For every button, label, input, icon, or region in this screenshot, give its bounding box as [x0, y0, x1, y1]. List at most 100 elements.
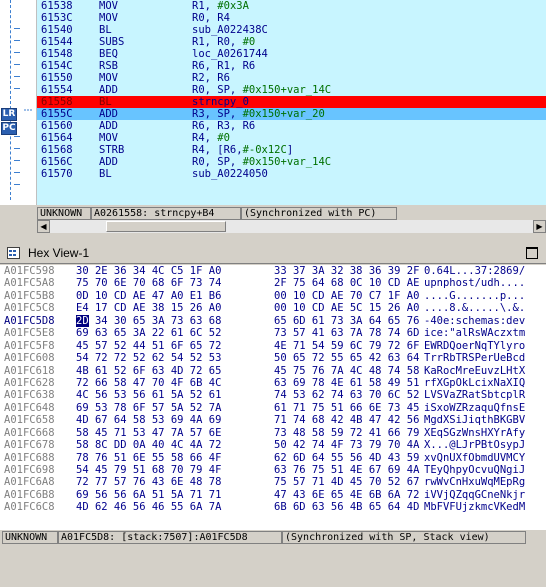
hex-ascii[interactable]: MbFVFUjzkmcVKedM: [424, 501, 525, 513]
hex-row[interactable]: A01FC688 78 76 51 6E 55 58 66 4F 62 6D 64 …: [0, 452, 546, 464]
hex-bytes-low[interactable]: 4C 56 53 56 61 5A 52 61: [76, 389, 221, 401]
hex-bytes-high[interactable]: 74 53 62 74 63 70 6C 52: [274, 389, 419, 401]
hex-row[interactable]: A01FC668 58 45 71 53 47 7A 57 6E 73 48 58 …: [0, 427, 546, 439]
hex-row[interactable]: A01FC6A8 72 77 57 76 43 6E 48 78 75 57 71 …: [0, 476, 546, 488]
hex-bytes-high[interactable]: 73 48 58 59 72 41 66 79: [274, 427, 419, 439]
hex-row[interactable]: A01FC648 69 53 78 6F 57 5A 52 7A 61 71 75 …: [0, 402, 546, 414]
hex-ascii[interactable]: MgdXSiJiqthBKGBV: [424, 414, 525, 426]
hex-ascii[interactable]: rfXGpOkLcixNaXIQ: [424, 377, 525, 389]
code-operands[interactable]: R2, R6: [192, 72, 230, 84]
hex-bytes-high[interactable]: 65 6D 61 73 3A 64 65 76: [274, 315, 419, 327]
hex-row[interactable]: A01FC628 72 66 58 47 70 4F 6B 4C 63 69 78 …: [0, 377, 546, 389]
hex-row[interactable]: A01FC6B8 69 56 56 6A 51 5A 71 71 47 43 6E …: [0, 489, 546, 501]
code-operands[interactable]: R1, R0, #0: [192, 36, 255, 48]
hex-bytes-high[interactable]: 61 71 75 51 66 6E 73 45: [274, 402, 419, 414]
hex-bytes-high[interactable]: 00 10 CD AE 70 C7 1F A0: [274, 290, 419, 302]
hex-bytes-low[interactable]: 78 76 51 6E 55 58 66 4F: [76, 452, 221, 464]
hex-bytes-high[interactable]: 4E 71 54 59 6C 79 72 6F: [274, 340, 419, 352]
hex-row[interactable]: A01FC618 4B 61 52 6F 63 4D 72 65 45 75 76 …: [0, 365, 546, 377]
code-line[interactable]: 61570 BL sub_A0224050: [37, 168, 546, 180]
hex-bytes-low[interactable]: 58 8C DD 0A 40 4C 4A 72: [76, 439, 221, 451]
hex-view-titlebar[interactable]: Hex View-1: [0, 243, 546, 264]
hex-ascii[interactable]: rwWvCnHxuWqMEpRg: [424, 476, 525, 488]
hex-ascii[interactable]: iSxoWZRzaquQfnsE: [424, 402, 525, 414]
hex-bytes-low[interactable]: 72 66 58 47 70 4F 6B 4C: [76, 377, 221, 389]
hex-ascii[interactable]: TEyQhpyOcvuQNgiJ: [424, 464, 525, 476]
hex-bytes-low[interactable]: 54 72 72 52 62 54 52 53: [76, 352, 221, 364]
hex-bytes-high[interactable]: 73 57 41 63 7A 78 74 6D: [274, 327, 419, 339]
hex-bytes-low[interactable]: 75 70 6E 70 68 6F 73 74: [76, 277, 221, 289]
code-line[interactable]: 61544 SUBS R1, R0, #0: [37, 36, 546, 48]
hex-ascii[interactable]: xvQnUXfObmdUVMCY: [424, 452, 525, 464]
hex-bytes-high[interactable]: 63 69 78 4E 61 58 49 51: [274, 377, 419, 389]
code-operands[interactable]: sub_A0224050: [192, 168, 268, 180]
code-operands[interactable]: strncpy_0: [192, 96, 249, 108]
hex-bytes-low[interactable]: E4 17 CD AE 38 15 26 A0: [76, 302, 221, 314]
hex-bytes-high[interactable]: 75 57 71 4D 45 70 52 67: [274, 476, 419, 488]
code-operands[interactable]: R6, R3, R6: [192, 120, 255, 132]
hex-cursor-byte[interactable]: 2D: [76, 314, 89, 327]
code-line[interactable]: 61558 BL strncpy_0: [37, 96, 546, 108]
hex-ascii[interactable]: TrrRbTRSPerUeBcd: [424, 352, 525, 364]
hex-bytes-high[interactable]: 71 74 68 42 4B 47 42 56: [274, 414, 419, 426]
hex-row[interactable]: A01FC5C8 E4 17 CD AE 38 15 26 A0 00 10 CD …: [0, 302, 546, 314]
code-operands[interactable]: R4, [R6,#-0x12C]: [192, 144, 293, 156]
hex-row[interactable]: A01FC678 58 8C DD 0A 40 4C 4A 72 50 42 74 …: [0, 439, 546, 451]
hex-bytes-high[interactable]: 50 65 72 55 65 42 63 64: [274, 352, 419, 364]
hex-bytes-low[interactable]: 69 56 56 6A 51 5A 71 71: [76, 489, 221, 501]
hex-bytes-high[interactable]: 6B 6D 63 56 4B 65 64 4D: [274, 501, 419, 513]
hex-bytes-low[interactable]: 54 45 79 51 68 70 79 4F: [76, 464, 221, 476]
code-operands[interactable]: R0, R4: [192, 12, 230, 24]
hex-row[interactable]: A01FC5D8 2D 34 30 65 3A 73 63 68 65 6D 61 …: [0, 314, 546, 327]
maximize-icon[interactable]: [526, 247, 538, 259]
disassembly-hscrollbar[interactable]: ◀ ▶: [37, 220, 546, 233]
hex-ascii[interactable]: ice:"alRsWAczxtm: [424, 327, 525, 339]
hex-bytes-high[interactable]: 47 43 6E 65 4E 6B 6A 72: [274, 489, 419, 501]
hex-bytes-high[interactable]: 45 75 76 7A 4C 48 74 58: [274, 365, 419, 377]
hex-bytes-high[interactable]: 33 37 3A 32 38 36 39 2F: [274, 265, 419, 277]
hex-row[interactable]: A01FC658 4D 67 64 58 53 69 4A 69 71 74 68 …: [0, 414, 546, 426]
hex-row[interactable]: A01FC638 4C 56 53 56 61 5A 52 61 74 53 62 …: [0, 389, 546, 401]
hex-ascii[interactable]: XEqSGzWnsHXYrAfy: [424, 427, 525, 439]
code-line[interactable]: 6154C RSB R6, R1, R6: [37, 60, 546, 72]
hex-ascii[interactable]: ....8.&.....\.&.: [424, 302, 525, 314]
code-line[interactable]: 61550 MOV R2, R6: [37, 72, 546, 84]
hex-bytes-low[interactable]: 4D 67 64 58 53 69 4A 69: [76, 414, 221, 426]
hex-bytes-low[interactable]: 69 63 65 3A 22 61 6C 52: [76, 327, 221, 339]
disassembly-listing[interactable]: 61538 MOV R1, #0x3A 6153C MOV R0, R4 61540 BL su…: [37, 0, 546, 205]
hex-bytes-low[interactable]: 69 53 78 6F 57 5A 52 7A: [76, 402, 221, 414]
code-line[interactable]: 61540 BL sub_A022438C: [37, 24, 546, 36]
hex-row[interactable]: A01FC598 30 2E 36 34 4C C5 1F A0 33 37 3A …: [0, 265, 546, 277]
hex-row[interactable]: A01FC6C8 4D 62 46 56 46 55 6A 7A 6B 6D 63 …: [0, 501, 546, 513]
hex-dump[interactable]: A01FC598 30 2E 36 34 4C C5 1F A0 33 37 3A …: [0, 265, 546, 530]
scroll-right-arrow-icon[interactable]: ▶: [533, 220, 546, 233]
hex-ascii[interactable]: upnphost/udh....: [424, 277, 525, 289]
code-line[interactable]: 61568 STRB R4, [R6,#-0x12C]: [37, 144, 546, 156]
code-operands[interactable]: R0, SP, #0x150+var_14C: [192, 156, 331, 168]
hex-ascii[interactable]: iVVjQZqqGCneNkjr: [424, 489, 525, 501]
code-line[interactable]: 6156C ADD R0, SP, #0x150+var_14C: [37, 156, 546, 168]
code-line[interactable]: 61554 ADD R0, SP, #0x150+var_14C: [37, 84, 546, 96]
hex-row[interactable]: A01FC5B8 0D 10 CD AE 47 A0 E1 B6 00 10 CD …: [0, 290, 546, 302]
hex-bytes-high[interactable]: 50 42 74 4F 73 79 70 4A: [274, 439, 419, 451]
code-line[interactable]: 61548 BEQ loc_A0261744: [37, 48, 546, 60]
hex-row[interactable]: A01FC5F8 45 57 52 44 51 6F 65 72 4E 71 54 …: [0, 340, 546, 352]
code-operands[interactable]: R1, #0x3A: [192, 0, 249, 12]
code-line[interactable]: 61564 MOV R4, #0: [37, 132, 546, 144]
code-operands[interactable]: R3, SP, #0x150+var_20: [192, 108, 325, 120]
hex-row[interactable]: A01FC698 54 45 79 51 68 70 79 4F 63 76 75 …: [0, 464, 546, 476]
code-line[interactable]: 6153C MOV R0, R4: [37, 12, 546, 24]
hex-ascii[interactable]: ....G.......p...: [424, 290, 525, 302]
code-line[interactable]: 6155C ADD R3, SP, #0x150+var_20: [37, 108, 546, 120]
code-operands[interactable]: R0, SP, #0x150+var_14C: [192, 84, 331, 96]
hex-ascii[interactable]: KaRocMreEuvzLHtX: [424, 365, 525, 377]
hex-ascii[interactable]: LVSVaZRatSbtcplR: [424, 389, 525, 401]
hex-ascii[interactable]: EWRDQoerNqTYlyro: [424, 340, 525, 352]
code-line[interactable]: 61560 ADD R6, R3, R6: [37, 120, 546, 132]
hex-bytes-low[interactable]: 58 45 71 53 47 7A 57 6E: [76, 427, 221, 439]
hex-row[interactable]: A01FC5E8 69 63 65 3A 22 61 6C 52 73 57 41 …: [0, 327, 546, 339]
hex-bytes-high[interactable]: 62 6D 64 55 56 4D 43 59: [274, 452, 419, 464]
hex-ascii[interactable]: -40e:schemas:dev: [424, 315, 525, 327]
code-operands[interactable]: R4, #0: [192, 132, 230, 144]
hex-bytes-low[interactable]: 0D 10 CD AE 47 A0 E1 B6: [76, 290, 221, 302]
